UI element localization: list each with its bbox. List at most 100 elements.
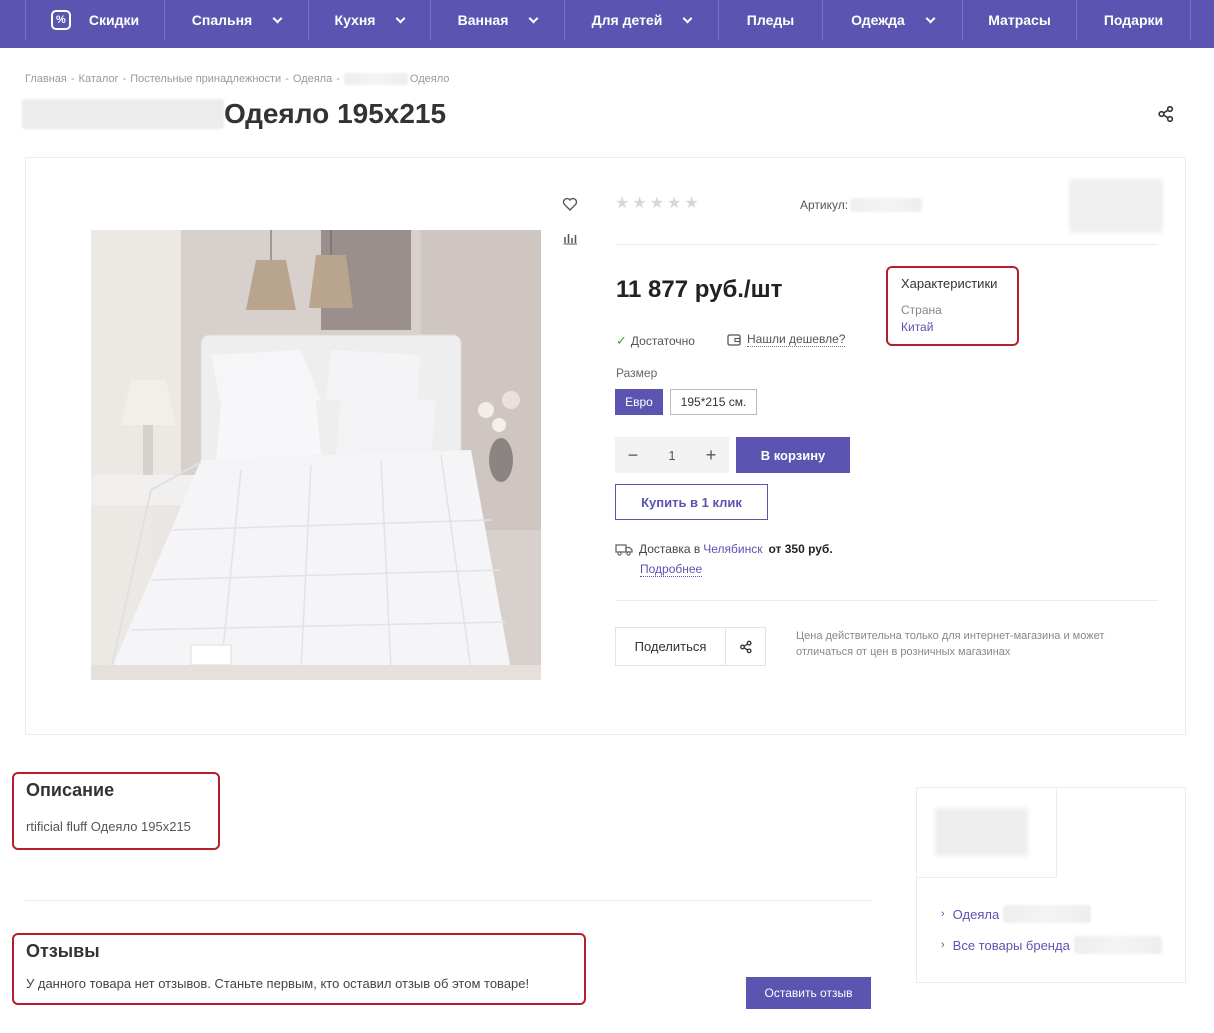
breadcrumb-current: Одеяло: [409, 73, 450, 85]
brand-link-label: Одеяла: [952, 906, 1000, 922]
wallet-icon: [727, 334, 741, 346]
nav-item-discounts[interactable]: % Скидки: [25, 0, 165, 40]
leave-review-button[interactable]: Оставить отзыв: [746, 977, 871, 1009]
delivery-price: от 350 руб.: [768, 542, 833, 556]
nav-item-label: Ванная: [457, 12, 509, 28]
brand-logo-cell[interactable]: [917, 788, 1057, 878]
check-icon: ✓: [616, 333, 627, 348]
nav-item-label: Одежда: [851, 12, 905, 28]
share-button[interactable]: Поделиться: [615, 627, 766, 666]
chevron-right-icon: ›: [941, 939, 945, 951]
breadcrumb-separator: -: [336, 73, 340, 85]
nav-item-bathroom[interactable]: Ванная: [431, 0, 565, 40]
delivery-more-link[interactable]: Подробнее: [640, 562, 703, 577]
nav-item-label: Скидки: [88, 12, 140, 28]
description-text: rtificial fluff Одеяло 195x215: [26, 819, 191, 834]
redacted-brand: [22, 99, 224, 129]
article-number: Артикул:: [800, 198, 923, 212]
buy-one-click-button[interactable]: Купить в 1 клик: [615, 484, 768, 520]
redacted-brand: [1073, 936, 1162, 954]
rating-stars[interactable]: ★★★★★: [615, 196, 702, 212]
rating-stars-glyphs: ★★★★★: [615, 195, 702, 212]
nav-item-label: Матрасы: [988, 12, 1051, 28]
redacted-brand: [1003, 905, 1092, 923]
breadcrumb-link[interactable]: Одеяла: [293, 73, 332, 85]
nav-item-gifts[interactable]: Подарки: [1077, 0, 1191, 40]
delivery-prefix: Доставка в: [639, 542, 701, 556]
nav-item-kids[interactable]: Для детей: [565, 0, 719, 40]
nav-item-label: Подарки: [1103, 12, 1164, 28]
description-title: Описание: [26, 780, 115, 800]
stock-status: ✓ Достаточно: [616, 333, 695, 349]
nav-item-label: Кухня: [334, 12, 376, 28]
size-option-195x215[interactable]: 195*215 см.: [670, 389, 757, 415]
brand-logo: [935, 808, 1028, 856]
share-label: Поделиться: [616, 628, 726, 665]
characteristic-value[interactable]: Китай: [901, 320, 1004, 334]
quantity-value[interactable]: 1: [668, 448, 675, 463]
nav-item-clothes[interactable]: Одежда: [823, 0, 963, 40]
chevron-down-icon: [925, 13, 936, 23]
characteristics-title: Характеристики: [901, 276, 998, 291]
share-icon-cell: [726, 628, 765, 665]
nav-item-label: Пледы: [746, 12, 795, 28]
redacted-brand: [343, 73, 408, 85]
breadcrumb-separator: -: [70, 73, 75, 85]
chevron-down-icon: [396, 13, 406, 23]
nav-item-label: Для детей: [591, 12, 663, 28]
nav-item-label: Спальня: [191, 12, 253, 28]
stock-text: Достаточно: [630, 334, 695, 348]
top-nav: % Скидки Спальня Кухня Ванная Для детей …: [0, 0, 1214, 48]
chevron-down-icon: [682, 13, 693, 23]
divider: [615, 600, 1158, 601]
truck-icon: [615, 543, 633, 556]
page-title: Одеяло 195x215: [22, 98, 446, 130]
breadcrumb-link[interactable]: Постельные принадлежности: [130, 73, 281, 85]
chevron-right-icon: ›: [941, 908, 945, 920]
reviews-empty-text: У данного товара нет отзывов. Станьте пе…: [26, 976, 530, 991]
size-label: Размер: [616, 366, 658, 380]
delivery-city[interactable]: Челябинск: [703, 542, 762, 556]
quantity-minus-button[interactable]: −: [625, 445, 641, 466]
article-label: Артикул:: [800, 198, 849, 212]
brand-link-category[interactable]: › Одеяла: [941, 905, 1092, 923]
redacted-article: [850, 198, 923, 212]
nav-menu: % Скидки Спальня Кухня Ванная Для детей …: [25, 0, 1214, 48]
breadcrumb-link[interactable]: Каталог: [79, 73, 119, 85]
price-disclaimer: Цена действительна только для интернет-м…: [796, 630, 1105, 658]
characteristics-box: Характеристики Страна Китай: [886, 266, 1019, 346]
bedroom-photo: [91, 230, 541, 680]
reviews-title: Отзывы: [26, 941, 100, 961]
product-image[interactable]: [91, 230, 541, 680]
breadcrumb-link[interactable]: Главная: [25, 73, 67, 85]
page-title-text: Одеяло 195x215: [224, 98, 447, 129]
description-section: Описание rtificial fluff Одеяло 195x215: [12, 772, 220, 850]
quantity-stepper: − 1 +: [615, 437, 729, 473]
product-price: 11 877 руб./шт: [616, 276, 783, 303]
breadcrumb-separator: -: [122, 73, 127, 85]
brand-logo[interactable]: [1069, 179, 1163, 233]
brand-link-all-products[interactable]: › Все товары бренда: [941, 936, 1162, 954]
share-icon: [739, 640, 752, 653]
compare-chart-icon[interactable]: [562, 230, 578, 246]
brand-card: › Одеяла › Все товары бренда: [916, 787, 1186, 983]
breadcrumb: Главная - Каталог - Постельные принадлеж…: [25, 73, 449, 85]
brand-link-label: Все товары бренда: [952, 937, 1070, 953]
reviews-section: Отзывы У данного товара нет отзывов. Ста…: [12, 933, 586, 1005]
add-to-cart-button[interactable]: В корзину: [736, 437, 850, 473]
nav-item-mattresses[interactable]: Матрасы: [963, 0, 1077, 40]
favorite-heart-icon[interactable]: [562, 196, 578, 212]
divider: [25, 900, 872, 901]
percent-icon: %: [50, 10, 71, 30]
share-icon[interactable]: [1157, 105, 1175, 123]
nav-item-bedroom[interactable]: Спальня: [165, 0, 309, 40]
delivery-info: Доставка в Челябинск от 350 руб.: [615, 542, 833, 556]
divider: [615, 244, 1158, 245]
nav-item-blankets[interactable]: Пледы: [719, 0, 823, 40]
size-option-euro[interactable]: Евро: [615, 389, 663, 415]
found-cheaper-link[interactable]: Нашли дешевле?: [727, 332, 846, 347]
quantity-plus-button[interactable]: +: [703, 445, 719, 466]
nav-item-kitchen[interactable]: Кухня: [309, 0, 431, 40]
chevron-down-icon: [528, 13, 539, 23]
characteristic-key: Страна: [901, 303, 942, 317]
